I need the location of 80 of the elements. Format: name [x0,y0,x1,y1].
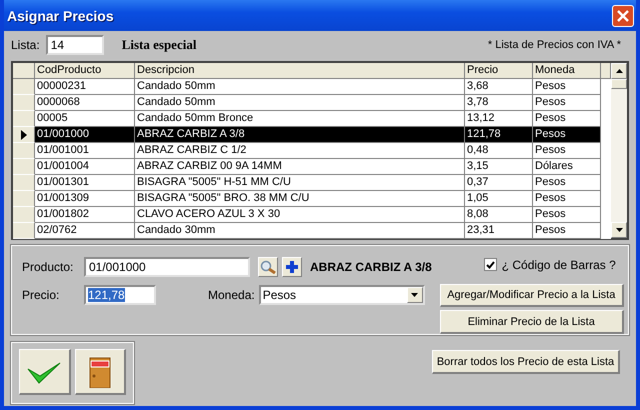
table-cell: 1,05 [465,191,533,207]
table-cell: ABRAZ CARBIZ 00 9A 14MM [135,159,465,175]
table-cell: Dólares [533,159,601,175]
table-cell: 02/0762 [35,223,135,239]
lista-label: Lista: [11,38,40,52]
table-cell: 01/001301 [35,175,135,191]
lista-field[interactable]: 14 [46,35,104,55]
column-header[interactable]: Descripcion [135,63,465,79]
barcode-checkbox[interactable] [484,258,497,272]
table-cell: BISAGRA "5005" BRO. 38 MM C/U [135,191,465,207]
table-cell: 23,31 [465,223,533,239]
column-header[interactable]: Moneda [533,63,601,79]
exit-button[interactable] [74,349,126,395]
moneda-dropdown[interactable]: Pesos [258,285,425,305]
table-cell: 01/001004 [35,159,135,175]
table-cell: 0,48 [465,143,533,159]
door-icon [88,356,112,388]
table-cell: Candado 50mm [135,95,465,111]
delete-price-button[interactable]: Eliminar Precio de la Lista [440,310,624,334]
precio-field[interactable]: 121,78 [84,285,156,305]
scroll-up-button[interactable] [611,63,627,79]
scrollbar[interactable] [611,63,627,238]
producto-label: Producto: [22,260,74,274]
add-button[interactable] [282,257,302,277]
table-cell: Pesos [533,127,601,143]
close-icon [617,10,629,22]
table-cell: Pesos [533,111,601,127]
down-arrow-icon [616,228,622,232]
product-name: ABRAZ CARBIZ A 3/8 [310,260,432,274]
table-cell: BISAGRA "5005" H-51 MM C/U [135,175,465,191]
add-price-button[interactable]: Agregar/Modificar Precio a la Lista [440,284,624,308]
price-note: * Lista de Precios con IVA * [488,39,621,51]
table-cell: Pesos [533,207,601,223]
table-cell: Candado 50mm Bronce [135,111,465,127]
table-cell: 13,12 [465,111,533,127]
table-cell: 01/001802 [35,207,135,223]
table-cell: 00005 [35,111,135,127]
table-cell: Candado 30mm [135,223,465,239]
column-header[interactable]: Precio [465,63,533,79]
table-cell: Pesos [533,79,601,95]
list-name: Lista especial [122,37,196,53]
table-cell: CLAVO ACERO AZUL 3 X 30 [135,207,465,223]
check-icon [486,260,495,269]
table-cell: 3,78 [465,95,533,111]
table-cell: 0000068 [35,95,135,111]
table-cell: ABRAZ CARBIZ C 1/2 [135,143,465,159]
table-cell: 01/001000 [35,127,135,143]
table-cell: 3,15 [465,159,533,175]
table-cell: 0,37 [465,175,533,191]
current-row-icon [20,130,26,140]
row-indicator[interactable] [13,127,35,143]
close-button[interactable] [612,4,634,26]
table-cell: 3,68 [465,79,533,95]
plus-icon [286,261,298,273]
clear-all-button[interactable]: Borrar todos los Precio de esta Lista [432,350,620,374]
table-cell: 01/001001 [35,143,135,159]
table-cell: 00000231 [35,79,135,95]
table-cell: ABRAZ CARBIZ A 3/8 [135,127,465,143]
accept-button[interactable] [19,349,70,395]
caret-icon [411,293,418,297]
moneda-label: Moneda: [208,288,255,302]
table-cell: 121,78 [465,127,533,143]
producto-field[interactable]: 01/001000 [84,257,250,277]
barcode-label: ¿ Código de Barras ? [502,258,616,272]
table-cell: Pesos [533,95,601,111]
table-cell: Pesos [533,175,601,191]
table-cell: 8,08 [465,207,533,223]
precio-label: Precio: [22,288,60,302]
scroll-thumb[interactable] [611,79,627,89]
table-cell: Pesos [533,143,601,159]
search-button[interactable] [258,257,278,277]
magnifier-icon [260,260,276,274]
table-cell: Pesos [533,223,601,239]
scroll-down-button[interactable] [611,222,627,238]
table-cell: 01/001309 [35,191,135,207]
table-cell: Pesos [533,191,601,207]
table-cell: Candado 50mm [135,79,465,95]
window-title: Asignar Precios [7,8,114,24]
up-arrow-icon [616,69,622,73]
column-header[interactable]: CodProducto [35,63,135,79]
